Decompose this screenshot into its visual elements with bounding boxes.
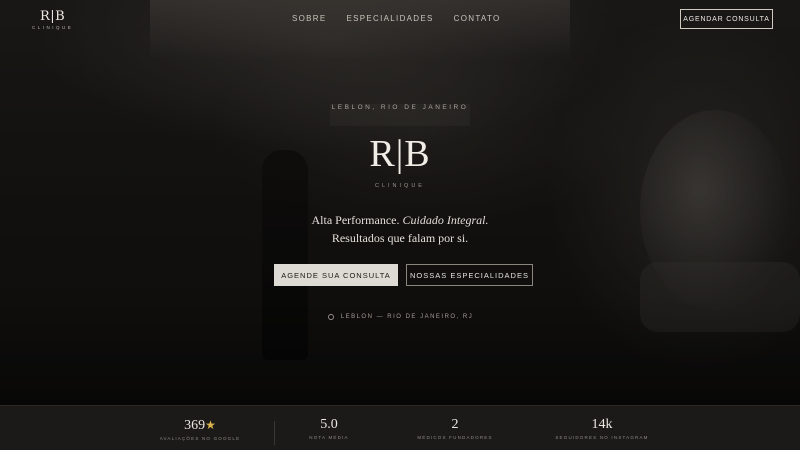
logo-mark: R|B	[40, 9, 66, 24]
agendar-consulta-button[interactable]: AGENDAR CONSULTA	[680, 9, 773, 29]
location-text: LEBLON — RIO DE JANEIRO, RJ	[340, 314, 474, 320]
stat-instagram-followers: 14k SEGUIDORES NO INSTAGRAM	[522, 406, 682, 440]
stat-value: 369	[184, 418, 206, 433]
stat-founding-doctors: 2 MÉDICOS FUNDADORES	[375, 406, 535, 440]
stat-label: SEGUIDORES NO INSTAGRAM	[555, 435, 649, 440]
map-pin-icon	[327, 314, 334, 320]
nav-link-contato[interactable]: CONTATO	[454, 14, 501, 23]
hero-tagline: Alta Performance. Cuidado Integral. Resu…	[0, 211, 800, 247]
stat-value: 2	[451, 417, 459, 432]
tagline-italic: Cuidado Integral.	[402, 213, 489, 227]
hero-logo-subtitle: CLINIQUE	[375, 183, 425, 189]
header-logo[interactable]: R|B CLINIQUE	[32, 9, 73, 30]
stat-value: 14k	[591, 417, 613, 432]
nossas-especialidades-button[interactable]: NOSSAS ESPECIALIDADES	[406, 264, 533, 286]
agende-sua-consulta-button[interactable]: AGENDE SUA CONSULTA	[274, 264, 398, 286]
main-nav: SOBRE ESPECIALIDADES CONTATO	[292, 14, 501, 23]
hero-overlay	[0, 0, 800, 405]
stat-label: MÉDICOS FUNDADORES	[417, 435, 493, 440]
hero-logo-mark: R|B	[369, 133, 431, 175]
nav-link-sobre[interactable]: SOBRE	[292, 14, 327, 23]
logo-subtitle: CLINIQUE	[32, 25, 74, 30]
hero-eyebrow: LEBLON, RIO DE JANEIRO	[331, 104, 469, 111]
hero-location: LEBLON — RIO DE JANEIRO, RJ	[0, 313, 800, 321]
tagline-line-2: Resultados que falam por si.	[331, 231, 469, 245]
stats-bar: 369★ AVALIAÇÕES NO GOOGLE 5.0 NOTA MÉDIA…	[0, 405, 800, 450]
tagline-plain: Alta Performance.	[311, 213, 400, 227]
tagline-line-1: Alta Performance. Cuidado Integral.	[0, 211, 800, 229]
nav-link-especialidades[interactable]: ESPECIALIDADES	[347, 14, 434, 23]
star-icon: ★	[205, 418, 216, 432]
